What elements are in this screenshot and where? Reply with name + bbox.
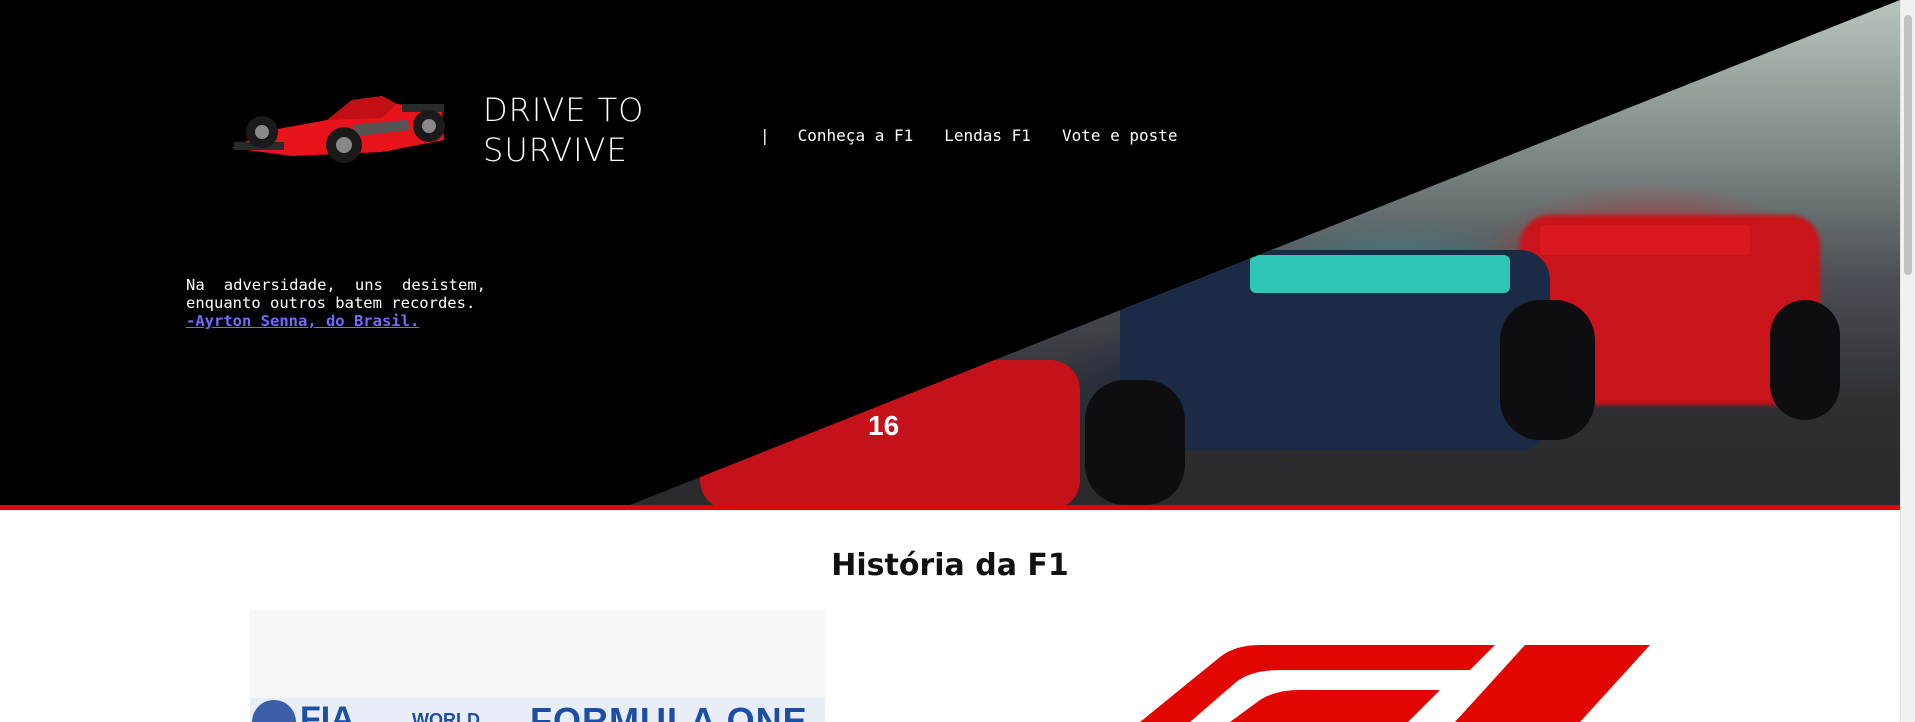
poster-fia-text: FIA <box>300 700 355 722</box>
nav-separator: | <box>760 126 770 145</box>
senna-quote: Na adversidade, uns desistem, enquanto o… <box>186 276 486 330</box>
hero-red-divider <box>0 505 1900 510</box>
tyre-3 <box>1770 300 1840 420</box>
nav-link-conheca-f1[interactable]: Conheça a F1 <box>798 126 914 145</box>
page: 16 DRIVE TO SURVIVE | Conheça a F1 Lenda… <box>0 0 1900 722</box>
main-nav: | Conheça a F1 Lendas F1 Vote e poste <box>760 126 1209 145</box>
section-title: História da F1 <box>831 548 1069 583</box>
quote-author-link[interactable]: -Ayrton Senna, do Brasil. <box>186 312 419 330</box>
ferrari-rear-wing <box>1540 225 1750 255</box>
nav-link-vote-poste[interactable]: Vote e poste <box>1062 126 1178 145</box>
scrollbar-thumb[interactable] <box>1904 15 1912 275</box>
brand-line-1: DRIVE TO <box>483 91 645 129</box>
poster-world-text: WORLD <box>412 710 480 722</box>
brand-title[interactable]: DRIVE TO SURVIVE <box>483 90 644 170</box>
f1-logo-icon <box>1140 645 1650 722</box>
page-scrollbar[interactable] <box>1900 0 1915 722</box>
brand-line-2: SURVIVE <box>483 131 628 169</box>
nav-link-lendas-f1[interactable]: Lendas F1 <box>944 126 1031 145</box>
fia-poster-image: FIA WORLD FORMULA ONE <box>250 610 825 722</box>
mercedes-engine-cover <box>1250 255 1510 293</box>
f1-car-logo-icon[interactable] <box>232 90 447 170</box>
tyre-1 <box>1085 380 1185 505</box>
poster-formula-one-text: FORMULA ONE <box>530 700 808 722</box>
tyre-4 <box>1520 300 1590 410</box>
car-number: 16 <box>868 410 900 441</box>
hero-race-photo: 16 <box>630 0 1900 505</box>
quote-text: Na adversidade, uns desistem, enquanto o… <box>186 276 486 312</box>
hero-section: 16 DRIVE TO SURVIVE | Conheça a F1 Lenda… <box>0 0 1900 505</box>
